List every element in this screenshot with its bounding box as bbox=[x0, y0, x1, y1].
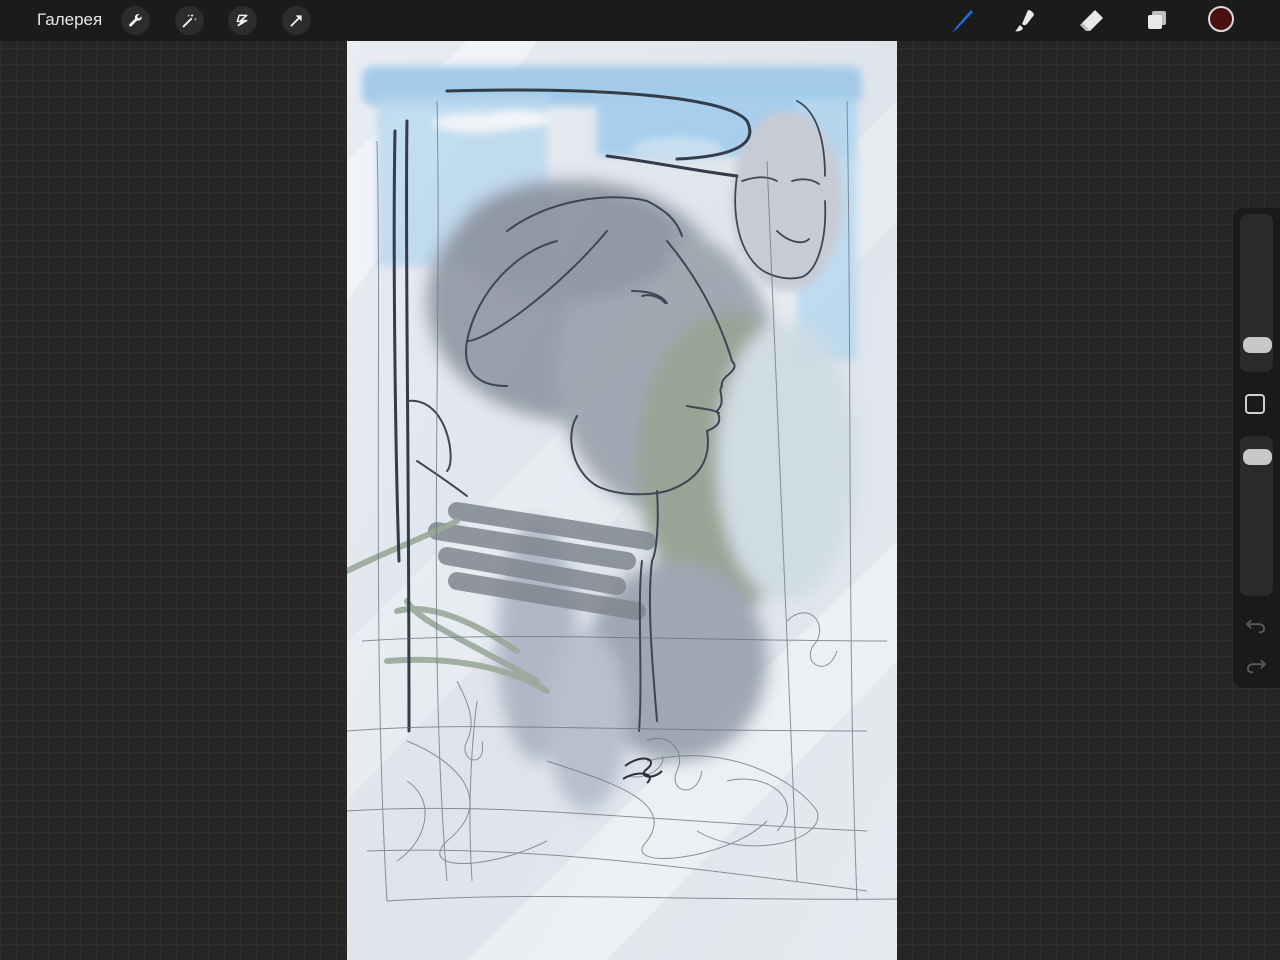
eraser-button[interactable] bbox=[1077, 6, 1107, 36]
side-toolbar bbox=[1233, 208, 1280, 688]
undo-button[interactable] bbox=[1244, 616, 1268, 636]
color-picker-button[interactable] bbox=[1208, 6, 1234, 32]
actions-button[interactable] bbox=[121, 6, 150, 35]
brush-button[interactable] bbox=[946, 6, 976, 36]
modify-button[interactable] bbox=[1245, 394, 1265, 414]
transform-button[interactable] bbox=[282, 6, 311, 35]
wrench-icon bbox=[129, 13, 142, 27]
top-toolbar: Галерея bbox=[0, 0, 1280, 41]
redo-button[interactable] bbox=[1244, 656, 1268, 676]
magic-wand-icon bbox=[182, 13, 197, 28]
brush-size-thumb[interactable] bbox=[1243, 336, 1272, 353]
drawing-canvas[interactable] bbox=[347, 41, 897, 960]
selection-icon bbox=[236, 14, 248, 27]
transform-arrow-icon bbox=[290, 15, 302, 27]
layers-button[interactable] bbox=[1142, 6, 1172, 36]
gallery-button[interactable]: Галерея bbox=[37, 10, 102, 30]
brush-opacity-thumb[interactable] bbox=[1243, 448, 1272, 465]
redo-icon bbox=[1246, 659, 1266, 674]
brush-size-slider[interactable] bbox=[1240, 214, 1273, 372]
adjustments-button[interactable] bbox=[175, 6, 204, 35]
smudge-button[interactable] bbox=[1011, 6, 1041, 36]
eraser-icon bbox=[1080, 10, 1103, 31]
sketch-artwork bbox=[347, 41, 897, 960]
selection-button[interactable] bbox=[228, 6, 257, 35]
brush-opacity-slider[interactable] bbox=[1240, 436, 1273, 596]
brush-icon bbox=[950, 10, 973, 33]
undo-icon bbox=[1246, 619, 1266, 634]
smudge-icon bbox=[1015, 10, 1034, 32]
layers-icon bbox=[1148, 11, 1166, 29]
